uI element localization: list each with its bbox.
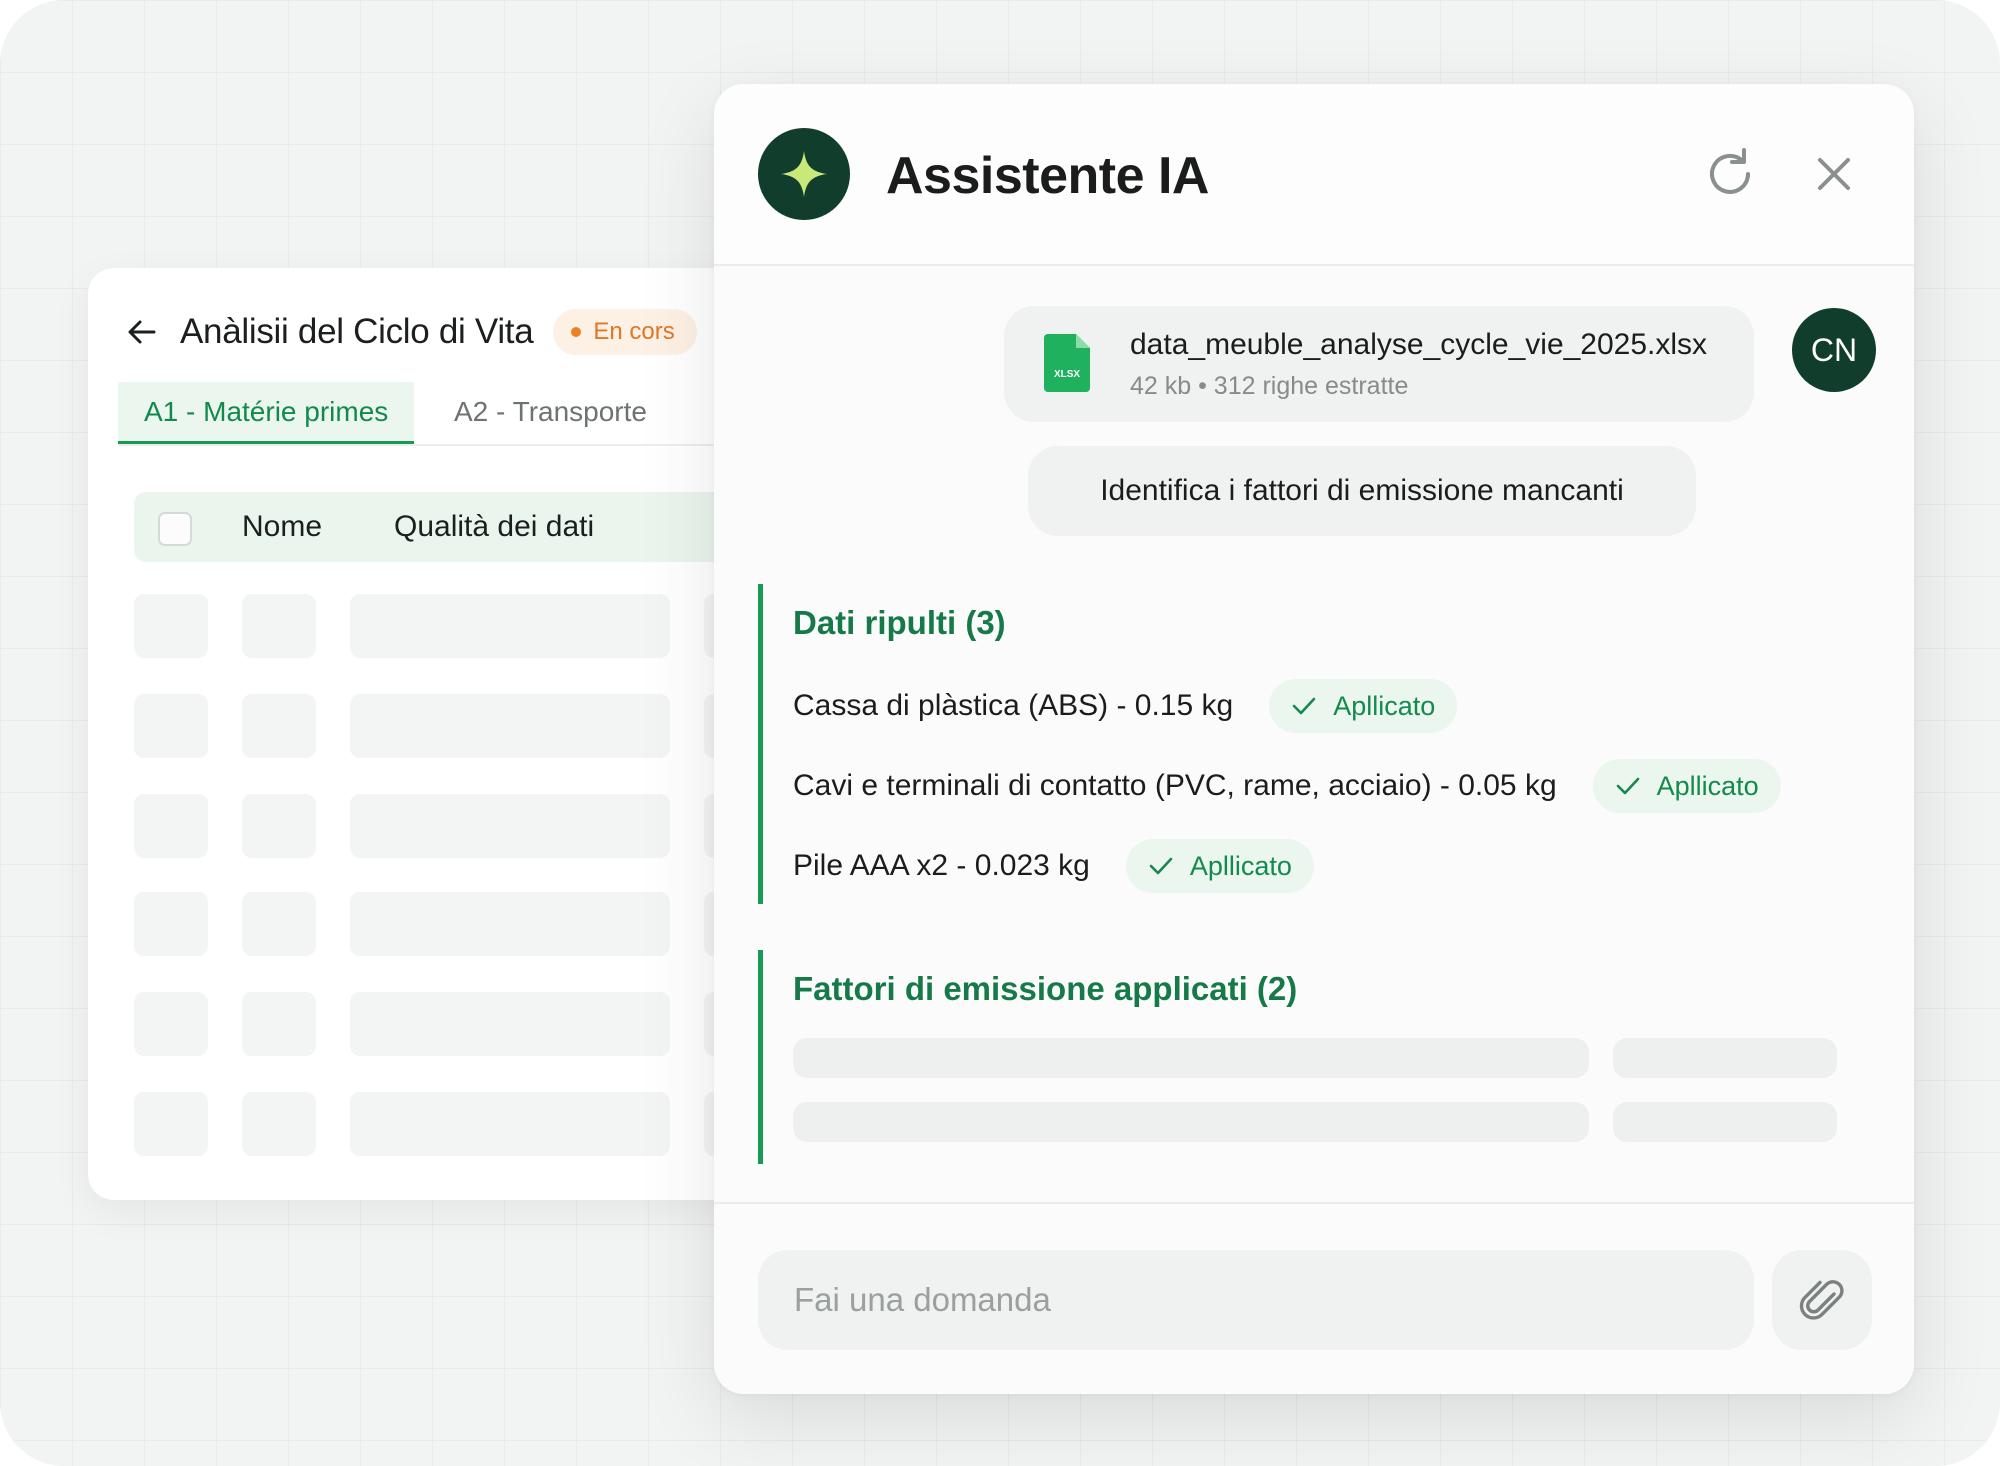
item-label: Pile AAA x2 - 0.023 kg <box>793 849 1090 882</box>
skeleton-line <box>1613 1102 1837 1142</box>
skeleton-line <box>793 1038 1589 1078</box>
scene: Anàlisii del Ciclo di Vita En cors A1 - … <box>0 0 2000 1466</box>
assistant-panel: Assistente IA XLSX data_meuble_analyse_c… <box>714 84 1914 1394</box>
table-row-skeleton <box>134 594 768 658</box>
assistant-title: Assistente IA <box>886 147 1209 205</box>
file-meta: 42 kb • 312 righe estratte <box>1130 372 1409 400</box>
user-prompt-message: Identifica i fattori di emissione mancan… <box>1028 446 1696 536</box>
column-header-data-quality[interactable]: Qualità dei dati <box>394 492 594 562</box>
applied-badge: Apllicato <box>1269 679 1458 733</box>
back-arrow-icon[interactable] <box>122 312 162 352</box>
list-item: Cavi e terminali di contatto (PVC, rame,… <box>793 758 1781 814</box>
lca-tabs: A1 - Matérie primes A2 - Transporte <box>118 382 768 446</box>
file-name: data_meuble_analyse_cycle_vie_2025.xlsx <box>1130 328 1708 361</box>
select-all-checkbox[interactable] <box>158 512 192 546</box>
status-label: En cors <box>593 318 675 345</box>
tab-transport[interactable]: A2 - Transporte <box>428 382 673 442</box>
attach-button[interactable] <box>1772 1250 1872 1350</box>
skeleton-line <box>1613 1038 1837 1078</box>
badge-label: Apllicato <box>1189 850 1292 881</box>
table-row-skeleton <box>134 1092 768 1156</box>
lca-title: Anàlisii del Ciclo di Vita <box>180 312 534 351</box>
table-header: Nome Qualità dei dati <box>134 492 768 562</box>
tab-raw-materials[interactable]: A1 - Matérie primes <box>118 382 415 444</box>
item-label: Cavi e terminali di contatto (PVC, rame,… <box>793 769 1557 802</box>
lca-header: Anàlisii del Ciclo di Vita En cors <box>122 302 697 362</box>
file-attachment-message[interactable]: XLSX data_meuble_analyse_cycle_vie_2025.… <box>1004 306 1754 422</box>
check-icon <box>1616 777 1639 795</box>
table-row-skeleton <box>134 794 768 858</box>
table-row-skeleton <box>134 992 768 1056</box>
paperclip-icon <box>1799 1280 1844 1320</box>
applied-badge: Apllicato <box>1125 839 1314 893</box>
ask-input[interactable] <box>758 1250 1754 1350</box>
cleaned-data-title: Dati ripulti (3) <box>793 604 1006 641</box>
badge-label: Apllicato <box>1333 690 1436 721</box>
lca-card: Anàlisii del Ciclo di Vita En cors A1 - … <box>88 268 768 1200</box>
avatar: CN <box>1792 308 1876 392</box>
xlsx-file-icon: XLSX <box>1044 334 1090 392</box>
status-dot <box>571 327 582 337</box>
assistant-header: Assistente IA <box>714 84 1914 266</box>
table-row-skeleton <box>134 694 768 758</box>
assistant-logo <box>758 128 850 220</box>
column-header-name[interactable]: Nome <box>242 492 322 562</box>
list-item: Pile AAA x2 - 0.023 kg Apllicato <box>793 838 1314 894</box>
cleaned-data-section: Dati ripulti (3) Cassa di plàstica (ABS)… <box>758 584 1863 904</box>
skeleton-line <box>793 1102 1589 1142</box>
emission-factors-section: Fattori di emissione applicati (2) <box>758 950 1863 1164</box>
close-icon[interactable] <box>1804 144 1864 204</box>
check-icon <box>1149 857 1173 875</box>
list-item: Cassa di plàstica (ABS) - 0.15 kg Apllic… <box>793 678 1458 734</box>
status-badge: En cors <box>553 309 697 355</box>
badge-label: Apllicato <box>1656 770 1759 801</box>
applied-badge: Apllicato <box>1592 759 1781 813</box>
composer <box>714 1202 1914 1394</box>
check-icon <box>1292 697 1316 715</box>
sparkle-icon <box>781 151 827 197</box>
item-label: Cassa di plàstica (ABS) - 0.15 kg <box>793 689 1234 722</box>
emission-factors-title: Fattori di emissione applicati (2) <box>793 970 1298 1007</box>
xlsx-label: XLSX <box>1054 369 1080 380</box>
refresh-icon[interactable] <box>1700 144 1760 204</box>
table-row-skeleton <box>134 892 768 956</box>
